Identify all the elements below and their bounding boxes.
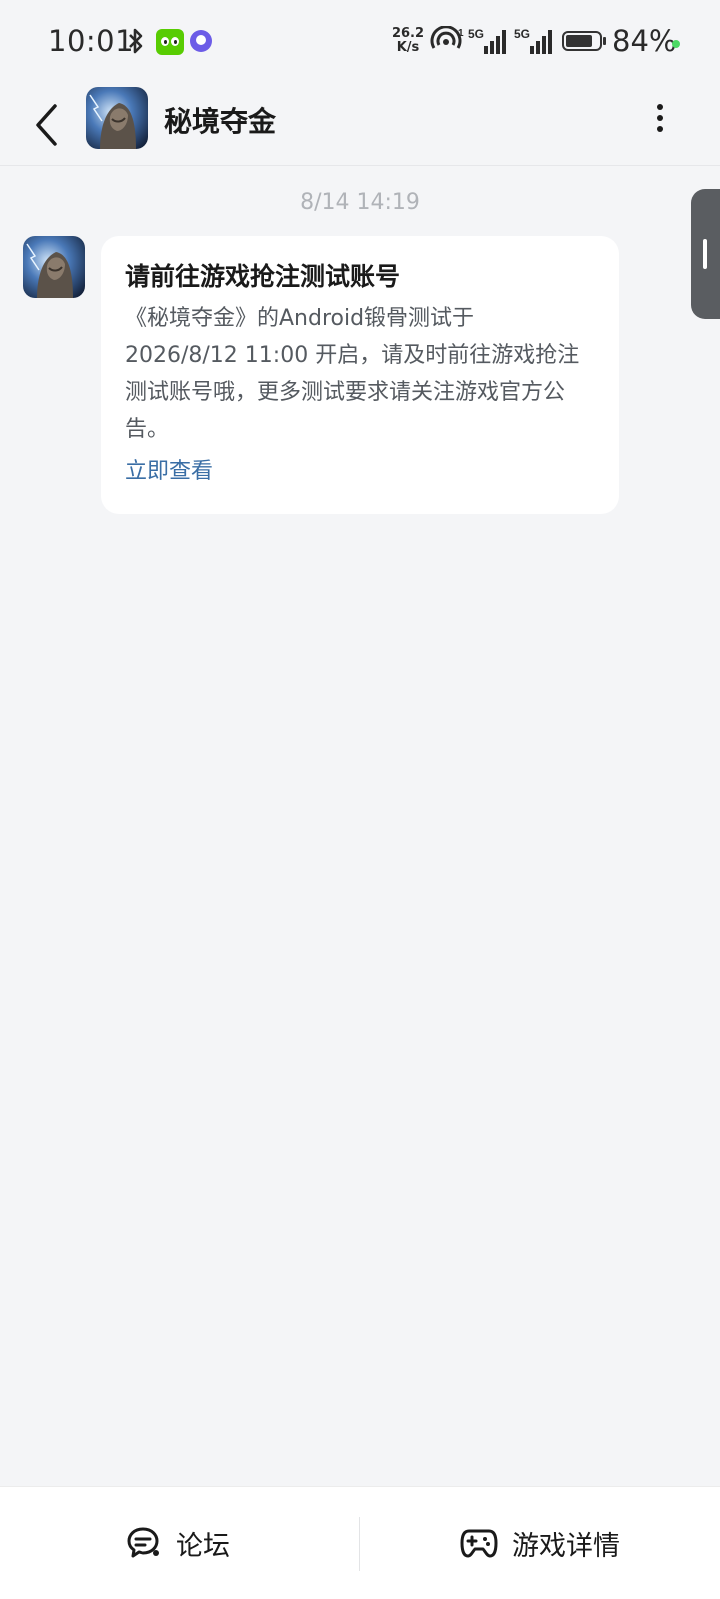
battery-percent: 84%: [612, 24, 677, 58]
battery-icon: [562, 31, 606, 51]
gamepad-icon: [460, 1529, 498, 1558]
network-speed: 26.2 K/s: [391, 26, 425, 55]
more-options-button[interactable]: [640, 100, 680, 136]
message-body-line: 测试账号哦，更多测试要求请关注游戏官方公: [125, 380, 566, 405]
bottom-bar: 论坛 游戏详情: [0, 1486, 720, 1599]
sender-avatar[interactable]: [23, 236, 85, 298]
message-card[interactable]: 请前往游戏抢注测试账号 《秘境夺金》的Android锻骨测试于 2026/8/1…: [101, 236, 619, 514]
back-button[interactable]: [28, 94, 76, 154]
status-time: 10:01: [48, 24, 135, 58]
forum-label: 论坛: [176, 1530, 230, 1562]
message-body: 《秘境夺金》的Android锻骨测试于 2026/8/12 11:00 开启，请…: [125, 300, 595, 448]
assistant-app-icon: [190, 30, 212, 52]
forum-button[interactable]: 论坛: [126, 1487, 230, 1599]
message-timestamp: 8/14 14:19: [300, 190, 420, 215]
message-body-line: 《秘境夺金》的Android锻骨测试于: [125, 306, 475, 331]
message-body-line: 2026/8/12 11:00 开启，请及时前往游戏抢注: [125, 343, 580, 368]
message-title: 请前往游戏抢注测试账号: [125, 262, 401, 291]
chat-header: 秘境夺金: [0, 86, 720, 166]
bluetooth-icon: [129, 28, 143, 54]
duolingo-app-icon: [156, 29, 184, 55]
game-avatar[interactable]: [86, 87, 148, 149]
page-title: 秘境夺金: [164, 105, 277, 138]
svg-text:1: 1: [458, 28, 464, 39]
privacy-indicator-dot: [672, 40, 680, 48]
chevron-left-icon: [36, 104, 57, 146]
floating-side-handle[interactable]: [691, 189, 720, 319]
view-now-link[interactable]: 立即查看: [125, 456, 213, 488]
forum-chat-icon: [127, 1527, 159, 1558]
status-bar: 10:01 26.2 K/s 1 5G 5G 84%: [0, 0, 720, 86]
signal-5g-icon-1: 5G: [468, 27, 506, 54]
game-details-label: 游戏详情: [512, 1530, 620, 1562]
message-body-line: 告。: [125, 417, 170, 442]
bottom-bar-divider: [359, 1517, 360, 1571]
signal-5g-icon-2: 5G: [514, 27, 552, 54]
svg-text:5G: 5G: [468, 27, 484, 41]
game-details-button[interactable]: 游戏详情: [460, 1487, 620, 1599]
svg-text:5G: 5G: [514, 27, 530, 41]
hotspot-icon: 1: [430, 26, 464, 49]
